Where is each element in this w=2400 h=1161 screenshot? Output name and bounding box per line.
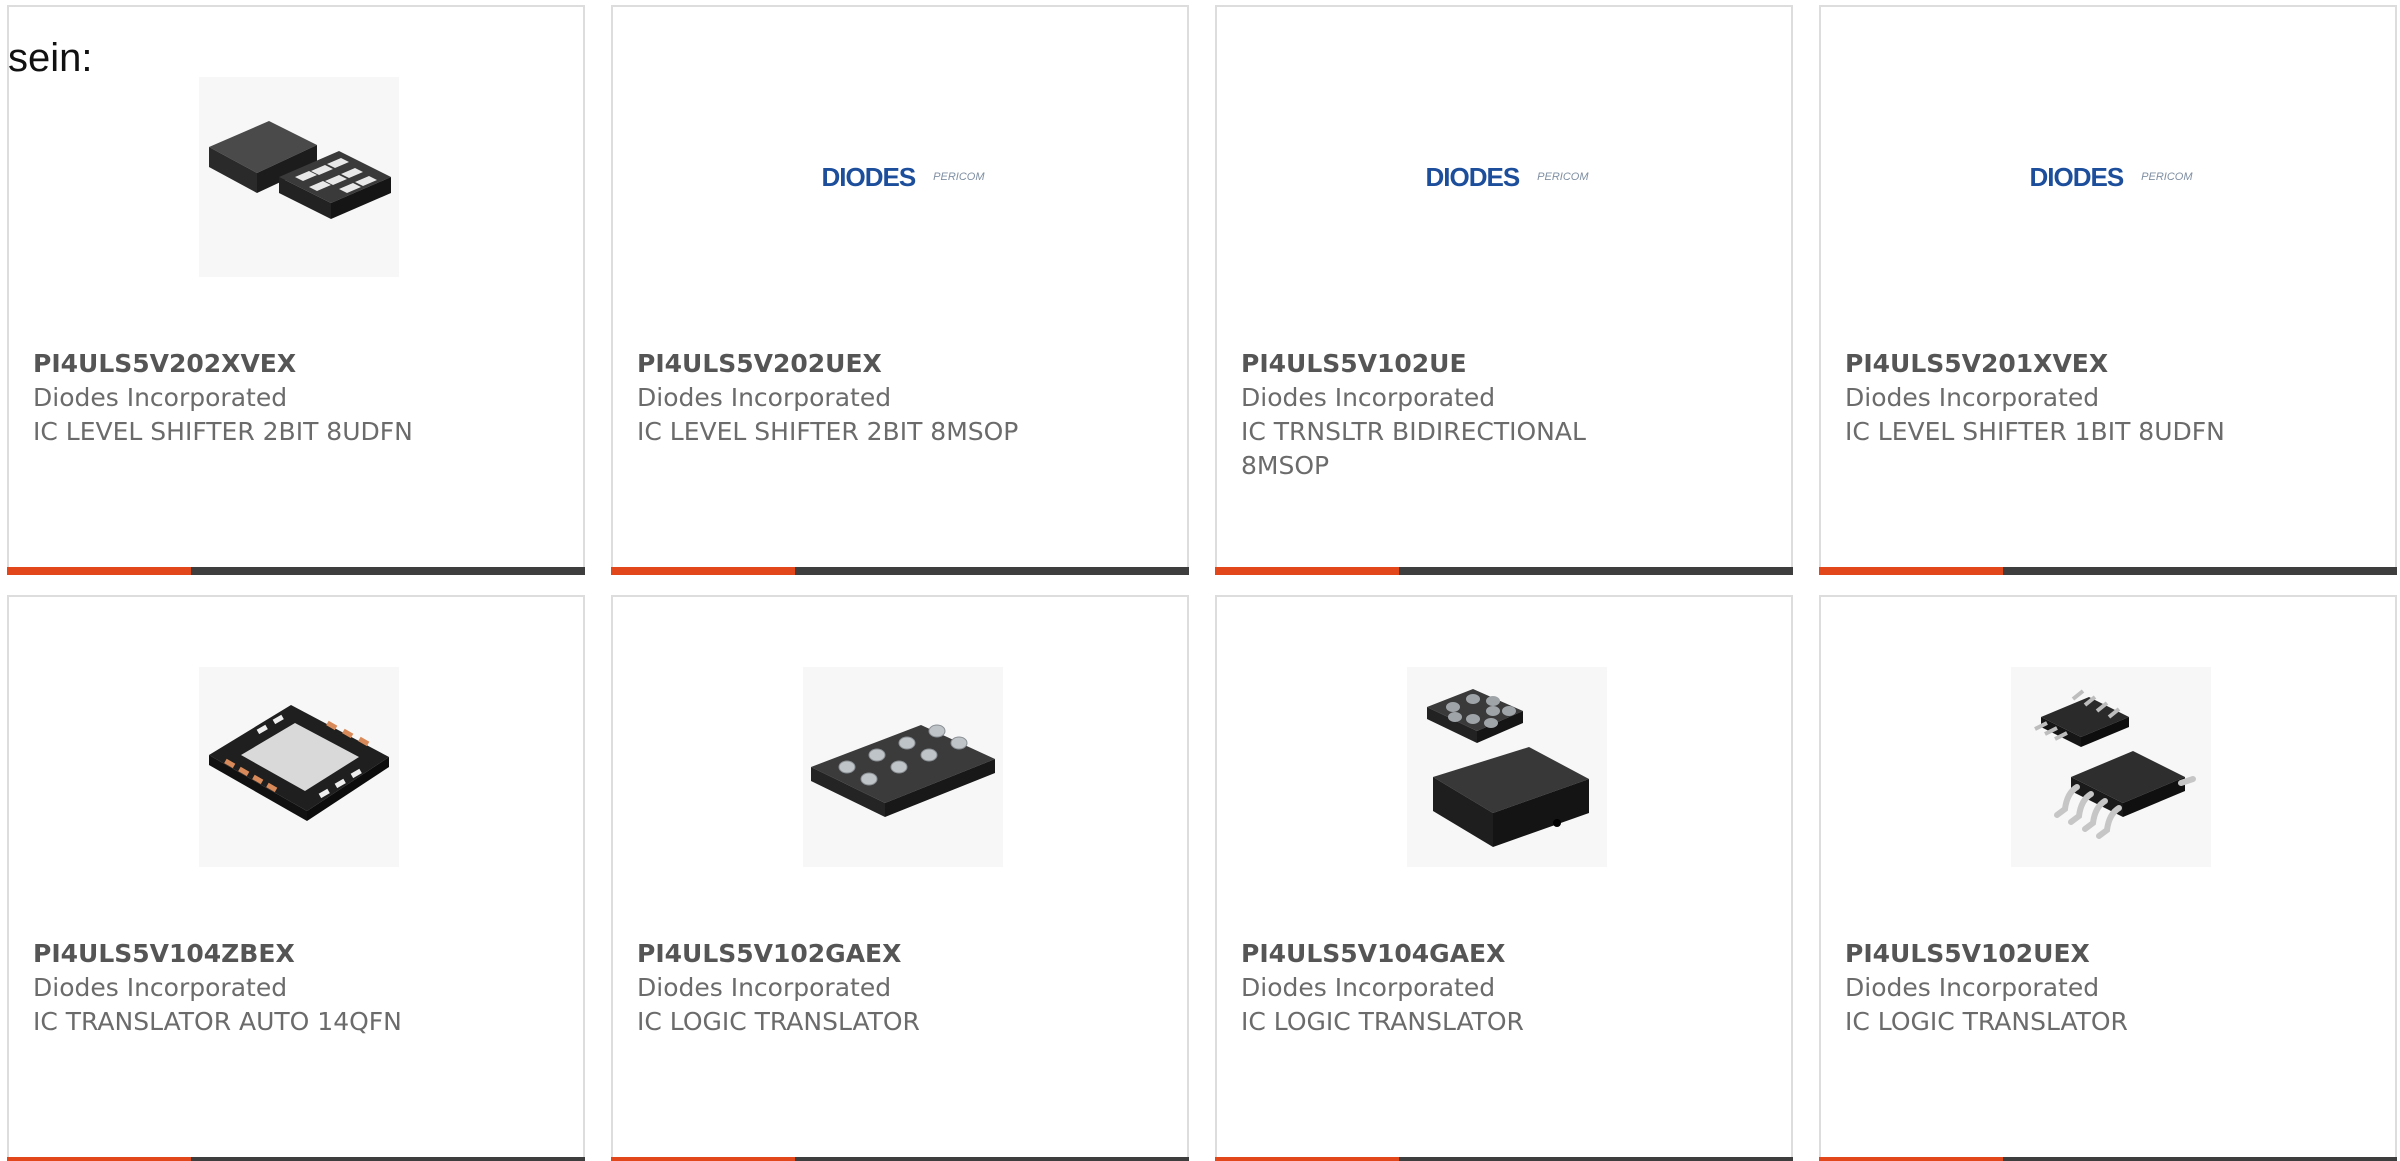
- description-label: IC TRNSLTR BIDIRECTIONAL 8MSOP: [1241, 417, 1586, 480]
- card-bottom-bar: [7, 567, 585, 575]
- description-label: IC LOGIC TRANSLATOR: [637, 1007, 920, 1036]
- pericom-logo-text: PERICOM: [933, 171, 985, 183]
- part-number-link[interactable]: PI4ULS5V104ZBEX: [33, 937, 553, 971]
- diodes-logo-text: DIODES: [821, 161, 916, 192]
- card-bottom-bar: [1819, 1157, 2397, 1161]
- product-card[interactable]: DIODES PERICOM PI4ULS5V201XVEX Diodes In…: [1819, 5, 2397, 575]
- diodes-logo-text: DIODES: [2029, 161, 2124, 192]
- product-grid-page: sein: PI4ULS5V202XVEX Diodes Incorporate…: [0, 0, 2400, 1161]
- description-label: IC LEVEL SHIFTER 2BIT 8MSOP: [637, 417, 1019, 446]
- card-bottom-bar: [1215, 1157, 1793, 1161]
- product-info: PI4ULS5V202XVEX Diodes Incorporated IC L…: [33, 347, 553, 449]
- product-info: PI4ULS5V202UEX Diodes Incorporated IC LE…: [637, 347, 1157, 449]
- part-number-link[interactable]: PI4ULS5V202XVEX: [33, 347, 553, 381]
- card-accent-bar: [1819, 1157, 2003, 1161]
- manufacturer-label: Diodes Incorporated: [33, 973, 288, 1002]
- part-number-link[interactable]: PI4ULS5V104GAEX: [1241, 937, 1761, 971]
- card-bottom-bar: [1215, 567, 1793, 575]
- description-label: IC LEVEL SHIFTER 2BIT 8UDFN: [33, 417, 413, 446]
- diodes-logo-text: DIODES: [1425, 161, 1520, 192]
- product-info: PI4ULS5V102UEX Diodes Incorporated IC LO…: [1845, 937, 2365, 1039]
- card-accent-bar: [1215, 1157, 1399, 1161]
- part-number-link[interactable]: PI4ULS5V102UEX: [1845, 937, 2365, 971]
- manufacturer-label: Diodes Incorporated: [637, 383, 892, 412]
- product-card[interactable]: DIODES PERICOM PI4ULS5V202UEX Diodes Inc…: [611, 5, 1189, 575]
- udfn-package-icon: [209, 121, 391, 219]
- card-accent-bar: [7, 1157, 191, 1161]
- card-bottom-bar: [1819, 567, 2397, 575]
- part-number-link[interactable]: PI4ULS5V201XVEX: [1845, 347, 2365, 381]
- product-image[interactable]: [803, 667, 1003, 867]
- product-image[interactable]: [2011, 667, 2211, 867]
- product-info: PI4ULS5V104ZBEX Diodes Incorporated IC T…: [33, 937, 553, 1039]
- product-card[interactable]: PI4ULS5V202XVEX Diodes Incorporated IC L…: [7, 5, 585, 575]
- manufacturer-label: Diodes Incorporated: [1241, 973, 1496, 1002]
- diodes-pericom-logo: DIODES PERICOM: [1425, 162, 1588, 193]
- description-label: IC TRANSLATOR AUTO 14QFN: [33, 1007, 402, 1036]
- card-accent-bar: [611, 567, 795, 575]
- diodes-pericom-logo: DIODES PERICOM: [821, 162, 984, 193]
- manufacturer-label: Diodes Incorporated: [1845, 383, 2100, 412]
- product-image[interactable]: [1407, 667, 1607, 867]
- manufacturer-label: Diodes Incorporated: [33, 383, 288, 412]
- product-image[interactable]: [199, 77, 399, 277]
- card-accent-bar: [7, 567, 191, 575]
- product-image[interactable]: DIODES PERICOM: [803, 77, 1003, 277]
- product-card[interactable]: PI4ULS5V102GAEX Diodes Incorporated IC L…: [611, 595, 1189, 1161]
- card-accent-bar: [1215, 567, 1399, 575]
- msop-package-icon: [2034, 689, 2196, 839]
- qfn-package-icon: [209, 705, 389, 821]
- product-card[interactable]: PI4ULS5V104GAEX Diodes Incorporated IC L…: [1215, 595, 1793, 1161]
- product-image[interactable]: DIODES PERICOM: [2011, 77, 2211, 277]
- part-number-link[interactable]: PI4ULS5V202UEX: [637, 347, 1157, 381]
- csp-package-icon: [1427, 689, 1589, 847]
- product-card[interactable]: PI4ULS5V104ZBEX Diodes Incorporated IC T…: [7, 595, 585, 1161]
- manufacturer-label: Diodes Incorporated: [1845, 973, 2100, 1002]
- manufacturer-label: Diodes Incorporated: [1241, 383, 1496, 412]
- product-info: PI4ULS5V104GAEX Diodes Incorporated IC L…: [1241, 937, 1761, 1039]
- card-bottom-bar: [611, 567, 1189, 575]
- card-bottom-bar: [7, 1157, 585, 1161]
- bga-package-icon: [811, 724, 995, 817]
- description-label: IC LOGIC TRANSLATOR: [1845, 1007, 2128, 1036]
- description-label: IC LOGIC TRANSLATOR: [1241, 1007, 1524, 1036]
- card-accent-bar: [611, 1157, 795, 1161]
- diodes-pericom-logo: DIODES PERICOM: [2029, 162, 2192, 193]
- product-info: PI4ULS5V102GAEX Diodes Incorporated IC L…: [637, 937, 1157, 1039]
- manufacturer-label: Diodes Incorporated: [637, 973, 892, 1002]
- product-info: PI4ULS5V201XVEX Diodes Incorporated IC L…: [1845, 347, 2365, 449]
- product-image[interactable]: [199, 667, 399, 867]
- part-number-link[interactable]: PI4ULS5V102UE: [1241, 347, 1761, 381]
- pericom-logo-text: PERICOM: [2141, 171, 2193, 183]
- product-info: PI4ULS5V102UE Diodes Incorporated IC TRN…: [1241, 347, 1761, 483]
- intro-text: sein:: [8, 36, 93, 80]
- pericom-logo-text: PERICOM: [1537, 171, 1589, 183]
- card-accent-bar: [1819, 567, 2003, 575]
- card-bottom-bar: [611, 1157, 1189, 1161]
- product-card[interactable]: DIODES PERICOM PI4ULS5V102UE Diodes Inco…: [1215, 5, 1793, 575]
- part-number-link[interactable]: PI4ULS5V102GAEX: [637, 937, 1157, 971]
- product-card[interactable]: PI4ULS5V102UEX Diodes Incorporated IC LO…: [1819, 595, 2397, 1161]
- description-label: IC LEVEL SHIFTER 1BIT 8UDFN: [1845, 417, 2225, 446]
- product-image[interactable]: DIODES PERICOM: [1407, 77, 1607, 277]
